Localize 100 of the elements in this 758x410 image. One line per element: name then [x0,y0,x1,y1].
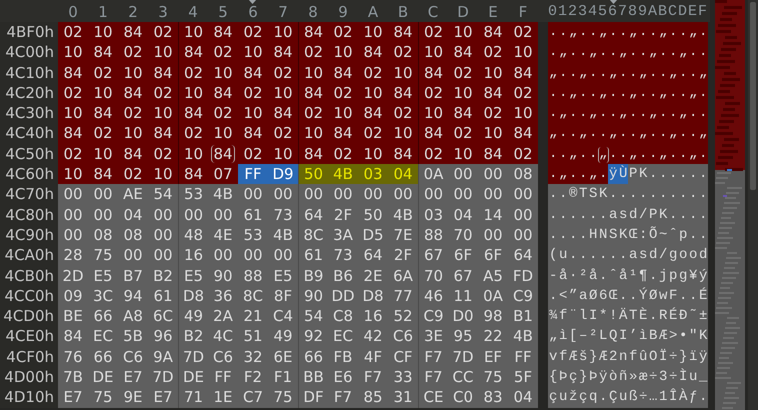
hex-byte[interactable]: 02 [328,144,358,164]
hex-byte[interactable]: 96 [148,326,178,347]
hex-byte[interactable]: 02 [58,22,88,42]
hex-byte[interactable]: 00 [238,184,268,205]
hex-byte[interactable]: 02 [508,22,538,42]
hex-byte[interactable]: 61 [298,245,328,266]
hex-byte[interactable]: 00 [148,224,178,246]
hex-byte[interactable]: 02 [418,82,448,104]
hex-byte[interactable]: 84 [478,22,508,42]
hex-byte[interactable]: 73 [328,245,358,266]
hex-byte[interactable]: 50 [298,164,328,184]
hex-byte[interactable]: 84 [478,144,508,164]
hex-byte[interactable]: E7 [58,387,88,408]
hex-byte[interactable]: 4E [208,224,238,246]
hex-byte[interactable]: 10 [448,144,478,164]
hex-byte[interactable]: 08 [118,224,148,246]
hex-byte[interactable]: 04 [508,387,538,408]
hex-byte[interactable]: 66 [88,306,118,326]
hex-byte[interactable]: 08 [88,224,118,246]
hex-byte[interactable]: 28 [58,245,88,266]
hex-byte[interactable]: 66 [88,346,118,368]
hex-byte[interactable]: 53 [238,224,268,246]
hex-byte[interactable]: 10 [88,22,118,42]
hex-byte[interactable]: 75 [478,367,508,388]
hex-byte[interactable]: 4F [358,346,388,368]
hex-byte[interactable]: 9E [118,387,148,408]
hex-byte[interactable]: 02 [358,62,388,83]
hex-byte[interactable]: 84 [508,62,538,83]
hex-byte[interactable]: 84 [268,42,298,63]
hex-byte[interactable]: 5F [508,367,538,388]
hex-byte[interactable]: 75 [268,387,298,408]
hex-byte[interactable]: EC [88,326,118,347]
hex-byte[interactable]: 10 [268,144,298,164]
hex-byte[interactable]: 02 [388,103,418,124]
hex-byte[interactable]: 02 [118,42,148,63]
hex-byte[interactable]: D9 [268,164,298,184]
hex-byte[interactable]: 84 [178,103,208,124]
hex-byte[interactable]: 61 [148,286,178,306]
hex-byte[interactable]: 67 [418,245,448,266]
hex-byte[interactable]: D5 [358,224,388,246]
hex-byte[interactable]: 90 [208,266,238,286]
hex-byte[interactable]: 77 [388,286,418,306]
hex-byte[interactable]: F7 [328,387,358,408]
hex-byte[interactable]: 4B [328,164,358,184]
hex-byte[interactable]: 6E [268,346,298,368]
hex-byte[interactable]: 10 [358,144,388,164]
hex-byte[interactable]: 46 [418,286,448,306]
hex-byte[interactable]: 84 [208,22,238,42]
hex-byte[interactable]: B6 [328,266,358,286]
hex-byte[interactable]: 00 [508,204,538,225]
hex-byte[interactable]: 08 [508,164,538,184]
hex-byte[interactable]: 3E [418,326,448,347]
hex-byte[interactable]: 02 [148,82,178,104]
hex-byte[interactable]: 84 [298,82,328,104]
hex-byte[interactable]: C0 [448,387,478,408]
hex-byte[interactable]: 10 [58,164,88,184]
hex-byte[interactable]: 84 [118,22,148,42]
hex-byte[interactable]: 00 [58,204,88,225]
hex-byte[interactable]: F1 [268,367,298,388]
hex-byte[interactable]: 10 [88,144,118,164]
hex-byte[interactable]: 48 [178,224,208,246]
hex-byte[interactable]: 88 [238,266,268,286]
hex-byte[interactable]: CF [388,346,418,368]
hex-byte[interactable]: C4 [268,306,298,326]
hex-byte[interactable]: 83 [478,387,508,408]
hex-byte[interactable]: 00 [148,245,178,266]
hex-byte[interactable]: 2F [388,245,418,266]
hex-byte[interactable]: 84 [88,103,118,124]
hex-byte[interactable]: 00 [238,245,268,266]
hex-byte[interactable]: CC [448,367,478,388]
hex-byte[interactable]: 02 [208,42,238,63]
hex-byte[interactable]: 00 [268,245,298,266]
hex-byte[interactable]: B2 [178,326,208,347]
hex-byte[interactable]: 02 [478,42,508,63]
hex-byte[interactable]: 98 [478,306,508,326]
hex-byte[interactable]: DD [328,286,358,306]
hex-byte[interactable]: E6 [328,367,358,388]
hex-byte[interactable]: 6C [148,306,178,326]
hex-byte[interactable]: 84 [328,62,358,83]
hex-byte[interactable]: C9 [418,306,448,326]
hex-byte[interactable]: 4C [208,326,238,347]
hex-byte[interactable]: 10 [388,123,418,144]
hex-byte[interactable]: 53 [178,184,208,205]
hex-byte[interactable]: 33 [388,367,418,388]
hex-byte[interactable]: 16 [358,306,388,326]
hex-byte[interactable]: 02 [298,103,328,124]
hex-byte[interactable]: 02 [118,103,148,124]
hex-byte[interactable]: 10 [238,42,268,63]
hex-byte[interactable]: 10 [178,22,208,42]
hex-byte[interactable]: E7 [148,387,178,408]
hex-byte[interactable]: 64 [298,204,328,225]
hex-byte[interactable]: 00 [358,184,388,205]
hex-byte[interactable]: 10 [88,82,118,104]
hex-byte[interactable]: EC [328,326,358,347]
hex-byte[interactable]: 75 [88,245,118,266]
hex-byte[interactable]: 66 [298,346,328,368]
hex-byte[interactable]: 00 [448,164,478,184]
hex-byte[interactable]: 02 [118,164,148,184]
hex-byte[interactable]: FF [238,164,268,184]
hex-byte[interactable]: 02 [508,144,538,164]
